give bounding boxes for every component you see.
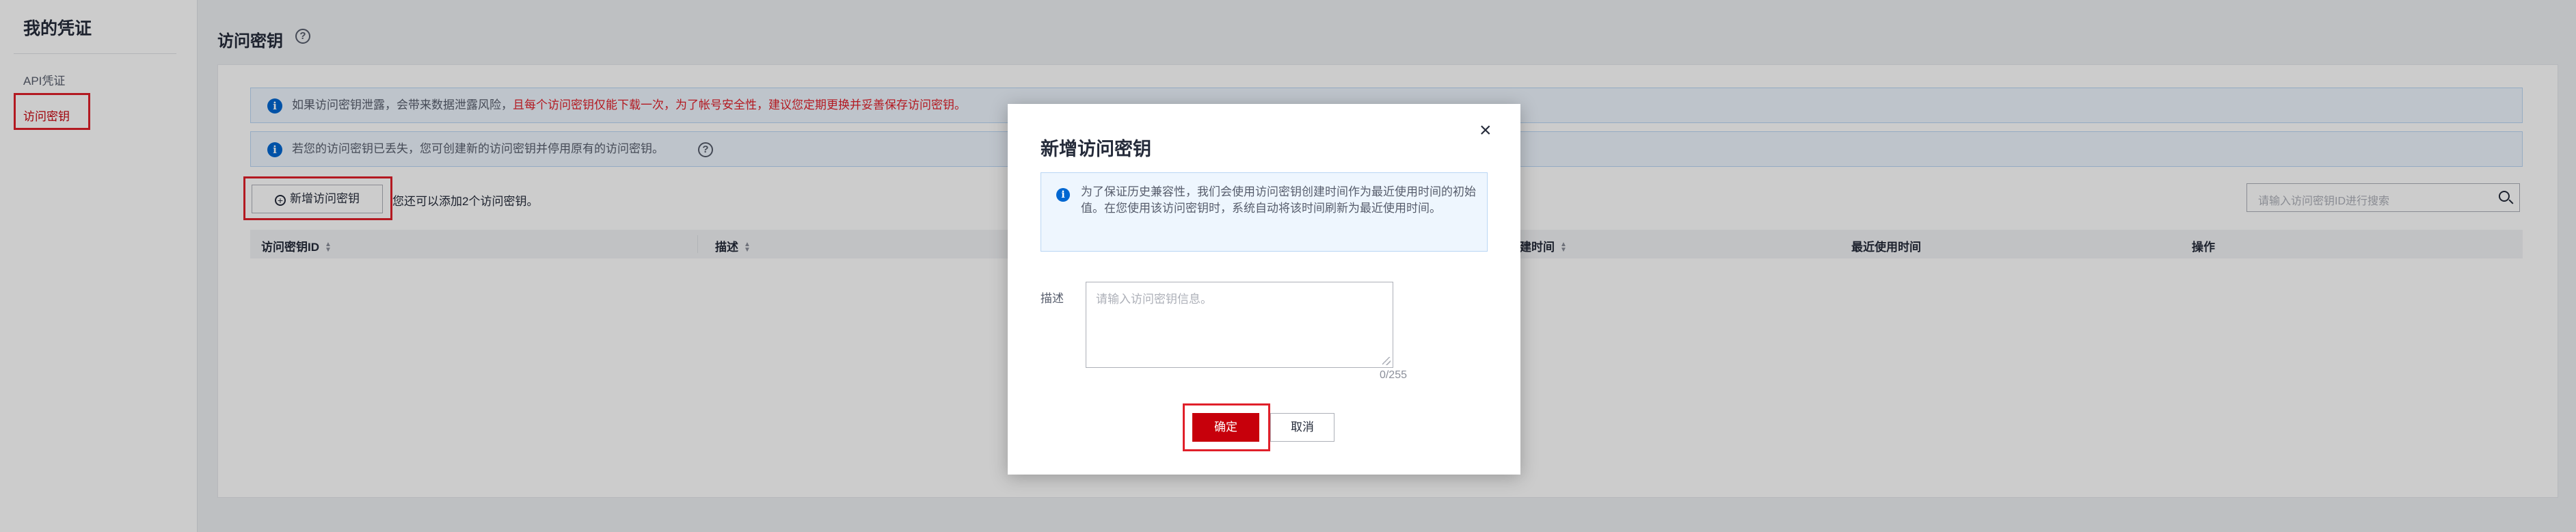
dialog-title: 新增访问密钥 [1041, 139, 1151, 159]
description-textarea[interactable] [1086, 282, 1393, 368]
description-label: 描述 [1041, 292, 1064, 305]
info-icon: i [1056, 188, 1070, 202]
cancel-button[interactable]: 取消 [1270, 413, 1334, 442]
dialog-note-text: 为了保证历史兼容性，我们会使用访问密钥创建时间作为最近使用时间的初始值。在您使用… [1081, 185, 1476, 215]
resize-handle-icon[interactable] [1382, 357, 1391, 365]
highlight-box-confirm-button [1183, 403, 1270, 451]
character-counter: 0/255 [1379, 369, 1407, 381]
dialog-info-note: i 为了保证历史兼容性，我们会使用访问密钥创建时间作为最近使用时间的初始值。在您… [1041, 172, 1488, 252]
add-access-key-dialog: 新增访问密钥 × i 为了保证历史兼容性，我们会使用访问密钥创建时间作为最近使用… [1008, 104, 1520, 475]
close-icon[interactable]: × [1479, 120, 1492, 141]
